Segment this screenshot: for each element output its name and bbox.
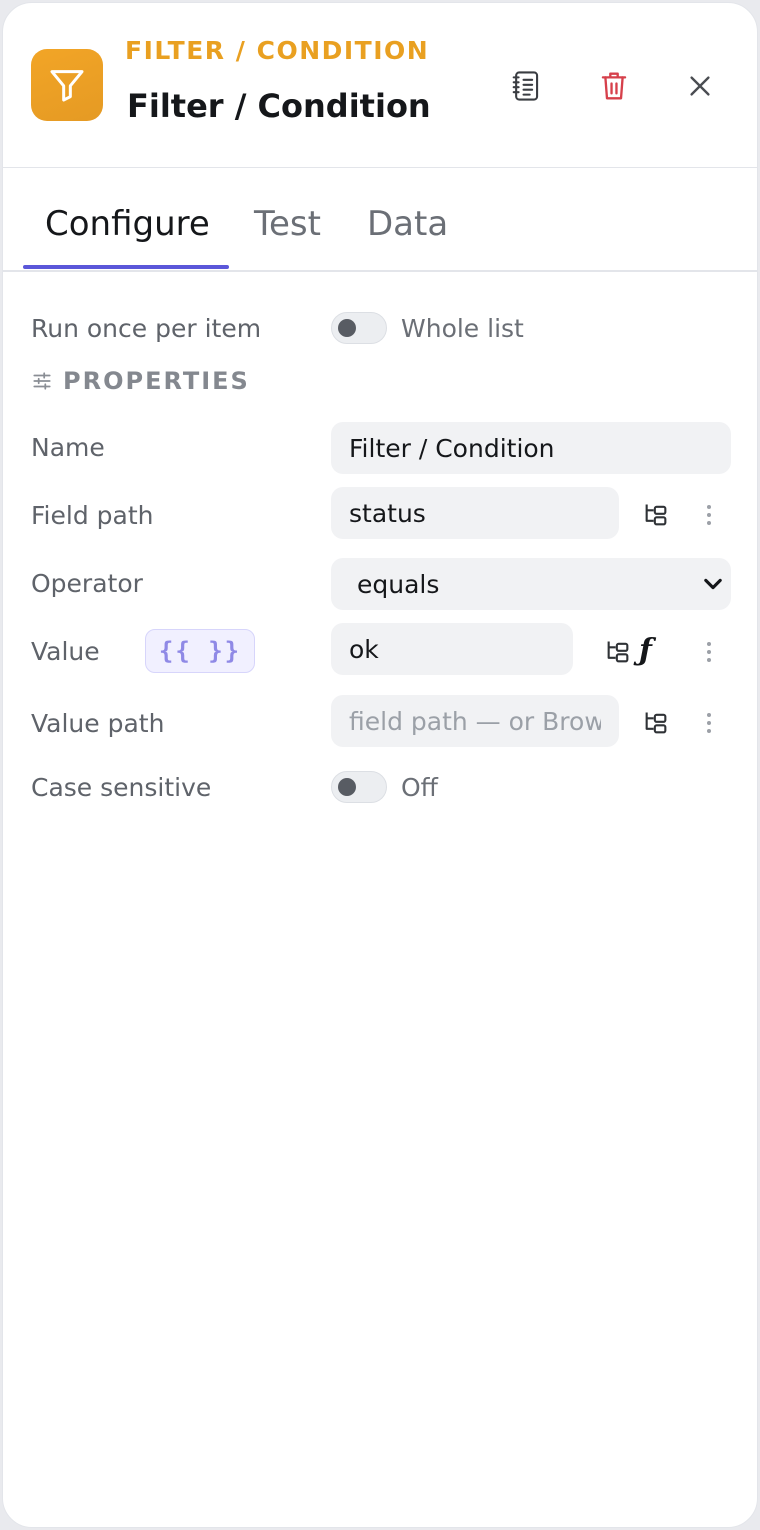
tree-browse-icon — [645, 712, 667, 734]
filter-funnel-icon — [31, 49, 103, 121]
active-tab-indicator — [23, 265, 229, 269]
run-mode-label: Run once per item — [31, 314, 262, 343]
delete-button[interactable] — [591, 63, 637, 109]
case-sensitive-label: Case sensitive — [31, 773, 212, 802]
browse-value-path-button[interactable] — [639, 706, 673, 740]
node-type-label: FILTER / CONDITION — [125, 36, 430, 65]
field-path-input[interactable] — [331, 487, 619, 539]
value-input[interactable] — [331, 623, 573, 675]
panel-header: FILTER / CONDITION Filter / Condition — [3, 3, 757, 168]
value-path-input[interactable] — [331, 695, 619, 747]
name-label: Name — [31, 433, 105, 462]
value-path-label: Value path — [31, 709, 165, 738]
run-mode-toggle[interactable] — [331, 312, 387, 344]
name-input[interactable] — [331, 422, 731, 474]
notes-button[interactable] — [503, 63, 549, 109]
notes-icon — [512, 71, 539, 101]
properties-section-header: PROPERTIES — [31, 367, 250, 395]
node-config-panel: FILTER / CONDITION Filter / Condition Co… — [2, 2, 758, 1528]
run-mode-state: Whole list — [401, 314, 524, 343]
value-more-button[interactable] — [699, 635, 719, 669]
tab-configure[interactable]: Configure — [45, 204, 210, 244]
toggle-knob — [338, 319, 356, 337]
operator-label: Operator — [31, 569, 143, 598]
sliders-icon — [33, 372, 51, 390]
close-button[interactable] — [677, 63, 723, 109]
field-path-more-button[interactable] — [699, 498, 719, 532]
panel-tabs: Configure Test Data — [3, 168, 757, 272]
case-sensitive-toggle[interactable] — [331, 771, 387, 803]
tab-data[interactable]: Data — [367, 204, 448, 244]
trash-icon — [601, 72, 627, 100]
field-path-label: Field path — [31, 501, 154, 530]
operator-select[interactable]: equals — [331, 558, 731, 610]
toggle-knob — [338, 778, 356, 796]
value-path-more-button[interactable] — [699, 706, 719, 740]
function-icon[interactable]: ƒ — [639, 633, 652, 668]
section-title: PROPERTIES — [63, 367, 250, 395]
chevron-down-icon — [704, 578, 722, 590]
tree-browse-icon — [607, 641, 629, 663]
browse-field-path-button[interactable] — [639, 498, 673, 532]
case-sensitive-state: Off — [401, 773, 438, 802]
node-title: Filter / Condition — [127, 87, 431, 125]
value-label: Value — [31, 637, 100, 666]
browse-value-button[interactable] — [601, 635, 635, 669]
tab-test[interactable]: Test — [254, 204, 321, 244]
tree-browse-icon — [645, 504, 667, 526]
close-icon — [690, 76, 710, 96]
operator-selected-value: equals — [357, 570, 440, 599]
expression-toggle-chip[interactable]: {{ }} — [145, 629, 255, 673]
